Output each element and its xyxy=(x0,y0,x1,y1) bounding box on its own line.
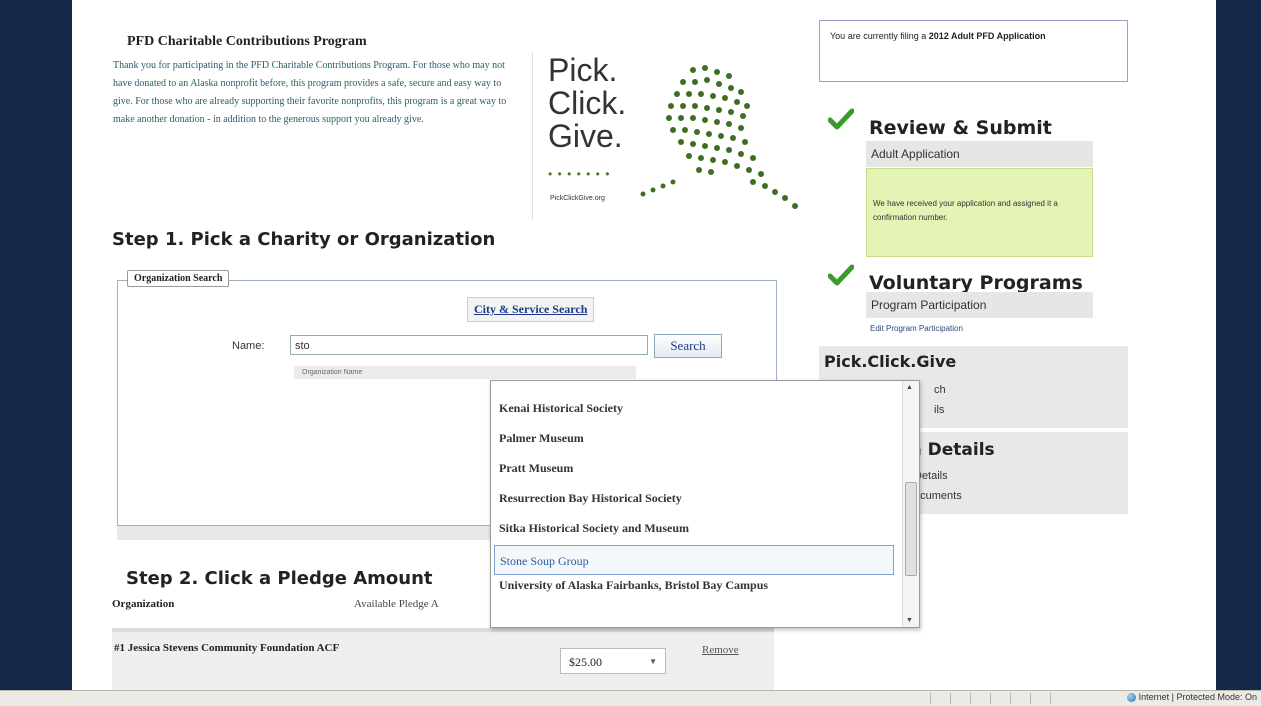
pick-click-give-title: Pick.Click.Give xyxy=(824,352,957,371)
alaska-dots-icon xyxy=(640,65,798,209)
program-title: PFD Charitable Contributions Program xyxy=(127,34,367,49)
logo-dots-decoration: • • • • • • • xyxy=(548,167,611,181)
step1-heading: Step 1. Pick a Charity or Organization xyxy=(112,229,496,250)
pick-click-give-search-link[interactable]: ch xyxy=(934,384,946,396)
organization-autocomplete-dropdown[interactable]: Kenai Historical Society Palmer Museum P… xyxy=(490,380,920,628)
confirmation-message: We have received your application and as… xyxy=(866,168,1093,257)
security-zone-indicator[interactable]: Internet | Protected Mode: On xyxy=(1126,692,1257,702)
window-frame-right xyxy=(1216,0,1261,690)
scrollbar-thumb[interactable] xyxy=(905,482,917,576)
pledge-amount-select[interactable]: $25.00 ▼ xyxy=(560,648,666,674)
step2-heading: Step 2. Click a Pledge Amount xyxy=(126,568,433,589)
organization-search-tab[interactable]: Organization Search xyxy=(127,270,230,287)
checkmark-icon xyxy=(828,108,854,130)
edit-program-participation-link[interactable]: Edit Program Participation xyxy=(870,324,963,333)
program-intro-text: Thank you for participating in the PFD C… xyxy=(113,60,507,125)
list-item[interactable]: Resurrection Bay Historical Society xyxy=(494,483,894,513)
scroll-up-icon[interactable]: ▲ xyxy=(906,384,913,391)
pledge-row: #1 Jessica Stevens Community Foundation … xyxy=(112,632,774,690)
window-frame-left xyxy=(0,0,72,690)
voluntary-programs-title: Voluntary Programs xyxy=(869,272,1083,294)
list-item-selected[interactable]: Stone Soup Group xyxy=(494,545,894,575)
page-content: PFD Charitable Contributions Program Tha… xyxy=(72,0,1216,690)
list-item[interactable]: University of Alaska Fairbanks, Bristol … xyxy=(494,577,894,607)
program-participation-item[interactable]: Program Participation xyxy=(866,292,1093,318)
list-item[interactable]: Sitka Historical Society and Museum xyxy=(494,513,894,543)
list-item[interactable]: Palmer Museum xyxy=(494,423,894,453)
pick-click-give-logo: Pick. Click. Give. • • • • • • • PickCli… xyxy=(532,52,813,220)
organization-name-hint: Organization Name xyxy=(294,366,636,379)
dropdown-scrollbar[interactable]: ▲ ▼ xyxy=(902,381,919,627)
city-service-search-link[interactable]: City & Service Search xyxy=(467,297,595,322)
browser-status-bar: Internet | Protected Mode: On xyxy=(0,690,1261,706)
pick-click-give-details-link[interactable]: ils xyxy=(934,404,944,416)
chevron-down-icon: ▼ xyxy=(649,657,657,666)
name-label: Name: xyxy=(232,340,265,352)
column-header-pledge: Available Pledge A xyxy=(354,598,439,610)
review-submit-title: Review & Submit xyxy=(869,117,1052,139)
remove-link[interactable]: Remove xyxy=(702,644,739,656)
checkmark-icon xyxy=(828,264,854,286)
logo-wordmark: Pick. Click. Give. xyxy=(548,52,627,154)
list-item[interactable]: Kenai Historical Society xyxy=(494,393,894,423)
globe-icon xyxy=(1126,692,1136,702)
organization-name-input[interactable]: sto xyxy=(290,335,648,355)
filing-notice: You are currently filing a 2012 Adult PF… xyxy=(819,20,1128,82)
column-header-organization: Organization xyxy=(112,598,175,610)
adult-application-item[interactable]: Adult Application xyxy=(866,141,1093,167)
list-item[interactable]: Pratt Museum xyxy=(494,453,894,483)
pledge-organization-name: #1 Jessica Stevens Community Foundation … xyxy=(114,642,340,654)
search-button[interactable]: Search xyxy=(654,334,722,358)
application-documents-link[interactable]: ocuments xyxy=(914,490,962,502)
scroll-down-icon[interactable]: ▼ xyxy=(906,617,913,624)
logo-url: PickClickGive.org xyxy=(550,195,605,202)
